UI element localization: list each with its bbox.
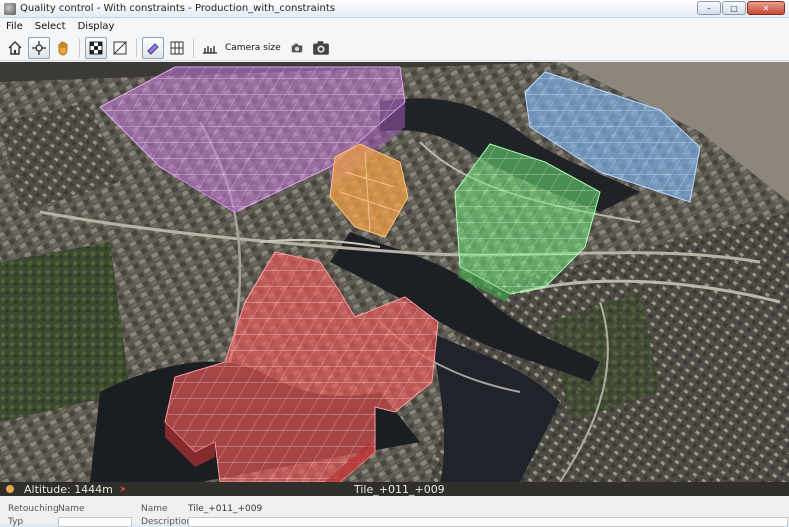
- home-icon: [8, 40, 22, 55]
- camera-small-icon: [291, 43, 302, 52]
- ruler-icon: [203, 45, 217, 54]
- close-button[interactable]: ✕: [747, 1, 785, 15]
- camera-small-button[interactable]: [286, 37, 308, 59]
- retouching-label: Retouching: [8, 504, 59, 514]
- type-field[interactable]: [58, 517, 132, 527]
- navigate-button[interactable]: [28, 36, 50, 59]
- checker-icon: [89, 41, 103, 54]
- camera-large-button[interactable]: [310, 37, 332, 59]
- current-tile-label: Tile_+011_+009: [354, 482, 445, 496]
- menu-bar: File Select Display: [0, 18, 789, 35]
- app-window: Quality control - With constraints - Pro…: [0, 0, 789, 527]
- minimize-button[interactable]: –: [697, 1, 721, 15]
- window-title: Quality control - With constraints - Pro…: [20, 3, 335, 14]
- eraser-icon: [147, 42, 159, 55]
- tile-button[interactable]: [109, 37, 131, 59]
- type-label: Typ: [8, 517, 24, 527]
- window-controls: – □ ✕: [697, 1, 785, 15]
- navigate-icon: [32, 40, 46, 55]
- ruler-button[interactable]: [199, 37, 221, 59]
- checker-button[interactable]: [85, 36, 107, 59]
- menu-file[interactable]: File: [0, 21, 29, 32]
- pan-hand-icon: [58, 41, 68, 55]
- tile-icon: [113, 41, 127, 54]
- description-field[interactable]: [188, 517, 788, 527]
- name-label: Name: [141, 504, 168, 514]
- maximize-button[interactable]: □: [722, 1, 746, 15]
- app-icon: [4, 2, 16, 15]
- grid-icon: [170, 41, 184, 54]
- name-value: Tile_+011_+009: [188, 504, 263, 514]
- retouching-name-label: Name: [58, 504, 85, 514]
- camera-size-label: Camera size: [225, 42, 281, 53]
- toolbar-separator: [136, 38, 137, 57]
- altitude-readout: Altitude: 1444m: [24, 482, 113, 496]
- home-button[interactable]: [4, 37, 26, 59]
- menu-select[interactable]: Select: [29, 21, 72, 32]
- description-label: Description: [141, 517, 193, 527]
- sun-icon: [6, 485, 14, 493]
- toolbar: Camera size: [0, 35, 789, 61]
- compass-icon: [119, 486, 126, 492]
- eraser-button[interactable]: [142, 36, 164, 59]
- camera-large-icon: [312, 40, 329, 55]
- toolbar-separator: [193, 38, 194, 57]
- viewport-status-bar: Altitude: 1444m Tile_+011_+009: [0, 482, 789, 496]
- pan-button[interactable]: [52, 37, 74, 59]
- city-scene: [0, 62, 789, 482]
- 3d-viewport[interactable]: [0, 62, 789, 482]
- grid-button[interactable]: [166, 37, 188, 59]
- properties-panel: Retouching Name Name Tile_+011_+009 Typ …: [0, 496, 789, 527]
- title-bar: Quality control - With constraints - Pro…: [0, 0, 789, 18]
- toolbar-separator: [79, 38, 80, 57]
- menu-display[interactable]: Display: [72, 21, 121, 32]
